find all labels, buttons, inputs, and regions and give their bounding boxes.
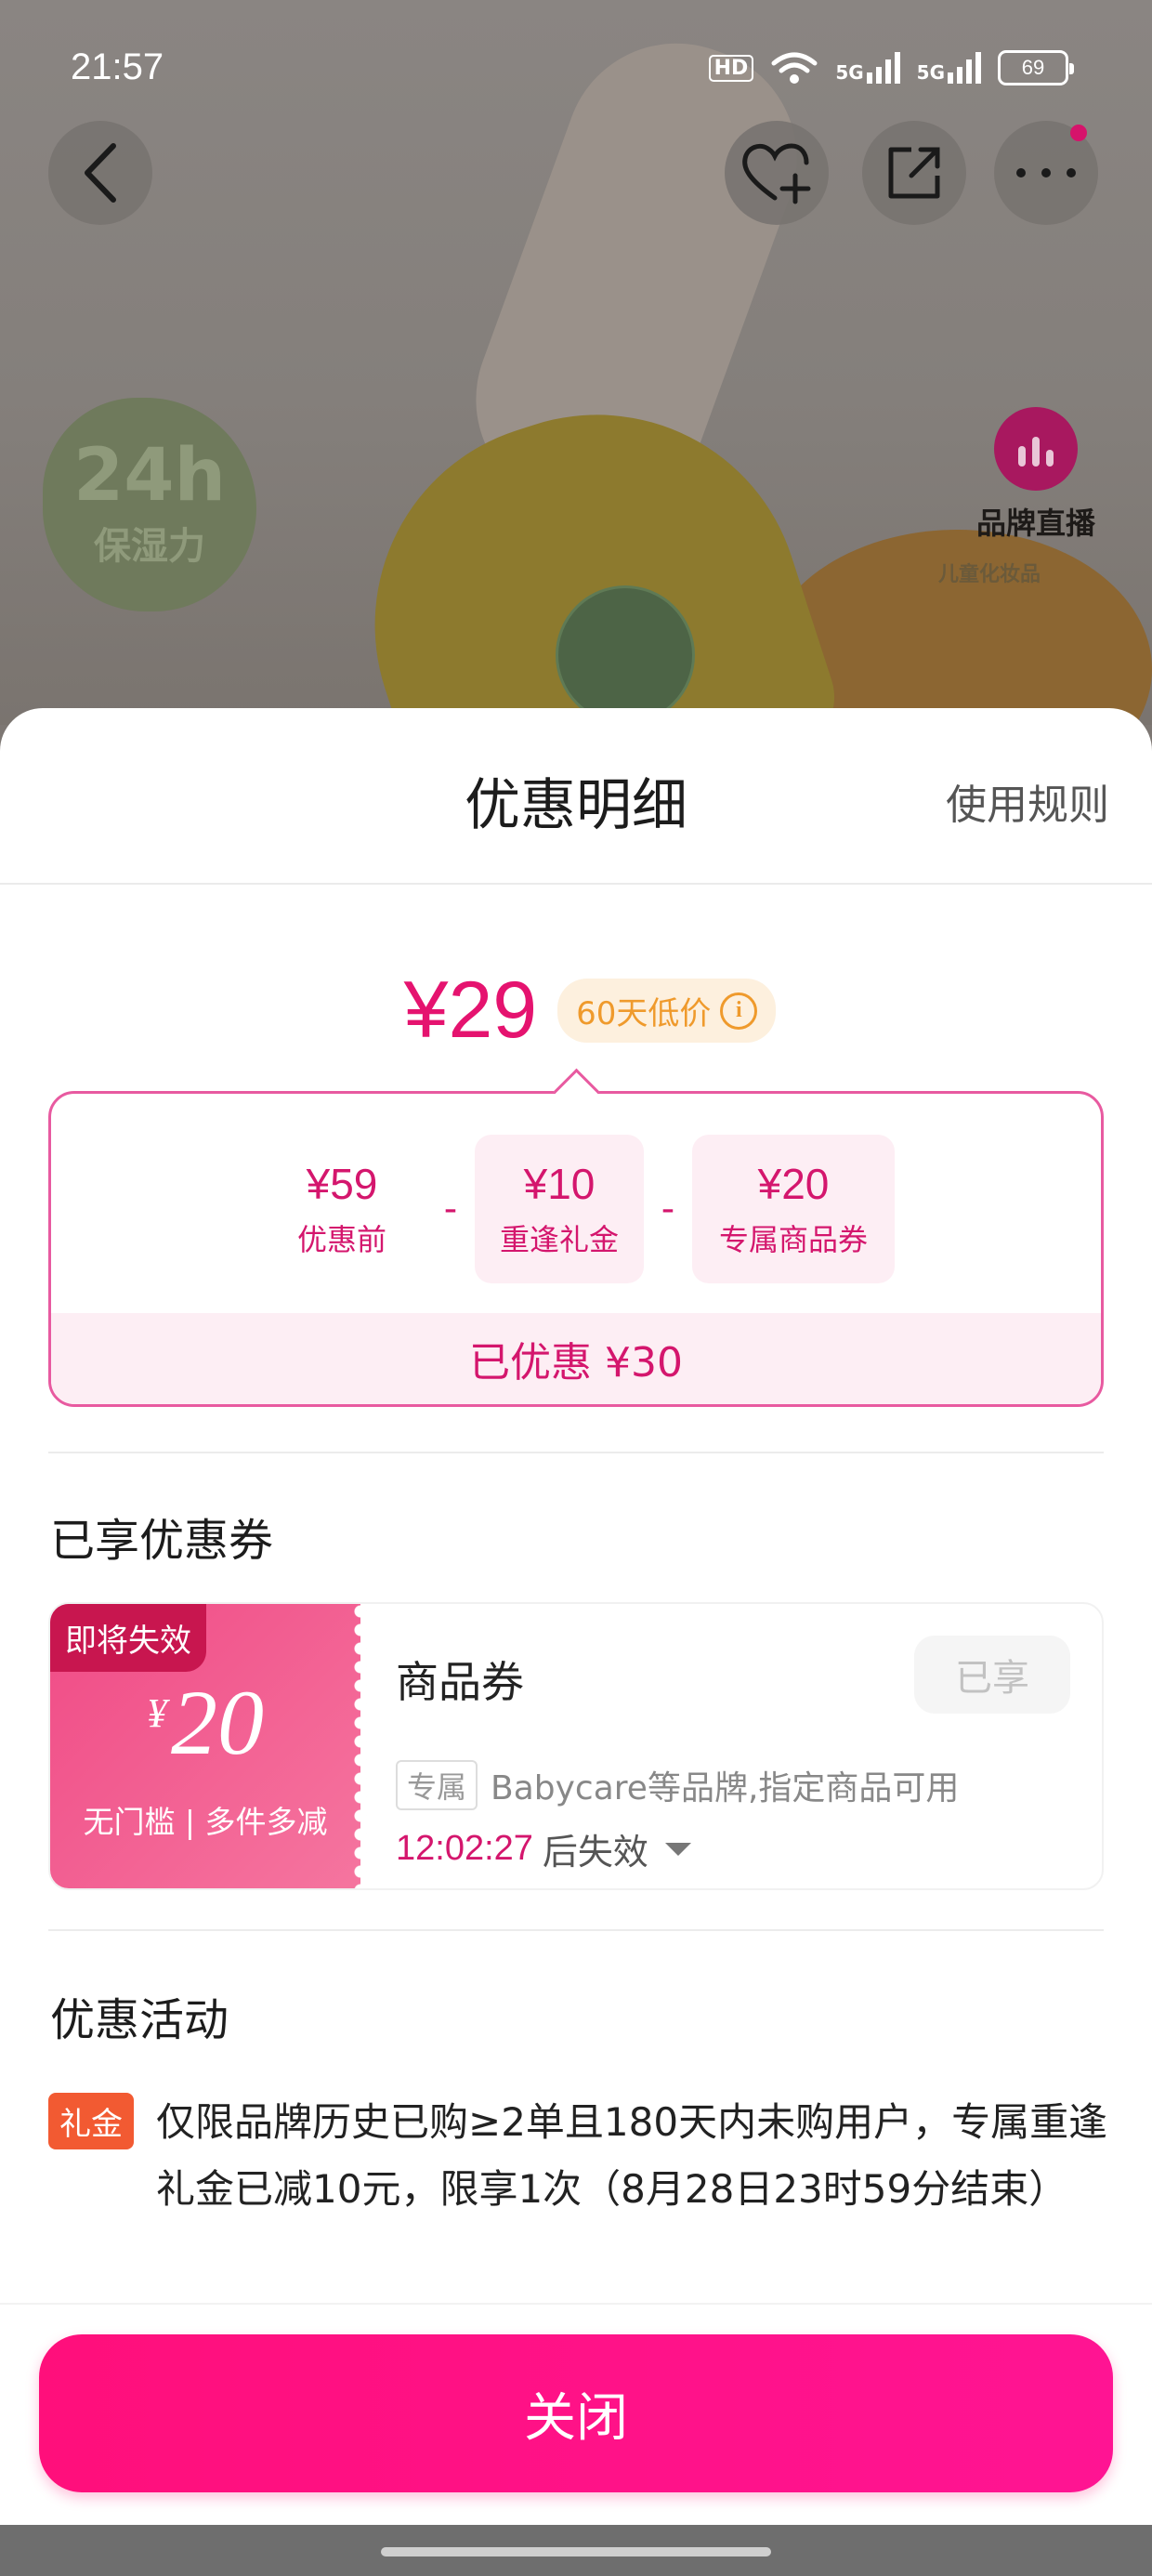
activities-section-title: 优惠活动 (50, 1994, 229, 2046)
gift-cash-tag: 礼金 (48, 2093, 134, 2149)
coupon-discount-item: ¥20 专属商品券 (692, 1135, 895, 1283)
brand-live-entry[interactable]: 品牌直播 (966, 407, 1106, 543)
coupon-discount-amount: ¥20 (757, 1160, 830, 1208)
coupon-scope: 专属 Babycare等品牌,指定商品可用 (396, 1760, 959, 1810)
original-price-amount: ¥59 (306, 1160, 378, 1208)
notification-dot (1070, 125, 1087, 141)
discount-detail-sheet: 优惠明细 使用规则 ¥29 60天低价 i ¥59 优惠前 - ¥10 重逢礼金… (0, 708, 1152, 2525)
price-breakdown-card: ¥59 优惠前 - ¥10 重逢礼金 - ¥20 专属商品券 已优惠 ¥30 (48, 1091, 1104, 1407)
coupon-scope-desc: Babycare等品牌,指定商品可用 (491, 1769, 960, 1807)
share-button[interactable] (862, 121, 966, 225)
product-seal-logo (556, 585, 695, 725)
low-price-tag[interactable]: 60天低价 i (557, 979, 777, 1043)
system-navigation-bar (0, 2525, 1152, 2576)
hd-voice-icon: HD (708, 54, 754, 82)
caret-down-icon (664, 1842, 691, 1856)
gift-cash-amount: ¥10 (523, 1160, 596, 1208)
final-price-row: ¥29 60天低价 i (0, 965, 1152, 1057)
battery-level: 69 (1021, 56, 1045, 79)
network-type-1: 5G (835, 61, 864, 84)
total-savings: 已优惠 ¥30 (51, 1313, 1101, 1404)
sheet-header: 优惠明细 使用规则 (0, 708, 1152, 885)
status-time: 21:57 (71, 46, 164, 87)
coupons-section-title: 已享优惠券 (50, 1515, 274, 1567)
home-indicator[interactable] (381, 2547, 771, 2556)
coupon-name: 商品券 (396, 1657, 524, 1707)
more-options-button[interactable] (994, 121, 1098, 225)
coupon-value: 20 (171, 1671, 264, 1774)
moisture-badge-hours: 24h (72, 434, 227, 518)
footer-divider (0, 2303, 1152, 2305)
usage-rules-link[interactable]: 使用规则 (946, 771, 1109, 831)
original-price-item: ¥59 优惠前 (257, 1135, 426, 1283)
gift-cash-label: 重逢礼金 (499, 1222, 619, 1257)
coupon-countdown: 12:02:27 (396, 1829, 533, 1868)
share-icon (888, 147, 940, 199)
breakdown-items: ¥59 优惠前 - ¥10 重逢礼金 - ¥20 专属商品券 (51, 1135, 1101, 1283)
status-icons: HD 5G 5G 69 (708, 50, 1074, 85)
close-button[interactable]: 关闭 (39, 2334, 1113, 2492)
heart-plus-icon (742, 143, 811, 204)
brand-caption: 儿童化妆品 (938, 563, 1041, 586)
signal-icon-2: 5G (917, 52, 981, 84)
live-bars-icon (994, 407, 1078, 491)
gift-cash-item: ¥10 重逢礼金 (475, 1135, 644, 1283)
section-divider (48, 1452, 1104, 1453)
back-button[interactable] (48, 121, 152, 225)
add-favorite-button[interactable] (725, 121, 829, 225)
low-price-label: 60天低价 (576, 995, 712, 1032)
brand-live-label: 品牌直播 (975, 506, 1095, 541)
coupon-discount-label: 专属商品券 (718, 1222, 868, 1257)
network-type-2: 5G (916, 61, 945, 84)
coupon-condition: 无门槛 | 多件多减 (83, 1804, 328, 1840)
moisture-badge: 24h 保湿力 (43, 398, 256, 611)
coupon-value-panel: 即将失效 ¥ 20 无门槛 | 多件多减 (50, 1604, 368, 1888)
coupon-currency: ¥ (147, 1690, 167, 1736)
signal-icon-1: 5G (835, 52, 900, 84)
original-price-label: 优惠前 (296, 1222, 386, 1257)
activity-description: 仅限品牌历史已购≥2单且180天内未购用户，专属重逢礼金已减10元，限享1次（8… (156, 2099, 1108, 2212)
coupon-countdown-suffix: 后失效 (542, 1832, 648, 1873)
coupon-info-panel: 商品券 已享 专属 Babycare等品牌,指定商品可用 12:02:27 后失… (396, 1604, 1102, 1888)
coupon-card: 即将失效 ¥ 20 无门槛 | 多件多减 商品券 已享 专属 Babycare等… (48, 1602, 1104, 1890)
status-bar: 21:57 HD 5G 5G 69 (0, 0, 1152, 139)
more-dots-icon (1016, 168, 1076, 177)
coupon-expiry-toggle[interactable]: 12:02:27 后失效 (396, 1823, 691, 1874)
minus-sign: - (661, 1188, 675, 1230)
moisture-badge-label: 保湿力 (94, 525, 205, 568)
section-divider (48, 1929, 1104, 1931)
expiring-soon-tag: 即将失效 (50, 1604, 206, 1672)
info-icon: i (720, 992, 758, 1030)
coupon-amount: ¥ 20 (50, 1676, 360, 1769)
battery-icon: 69 (998, 50, 1074, 85)
coupon-applied-button[interactable]: 已享 (914, 1636, 1070, 1714)
minus-sign: - (443, 1188, 458, 1230)
chevron-left-icon (85, 143, 116, 203)
coupon-scope-tag: 专属 (396, 1760, 478, 1810)
wifi-icon (771, 52, 818, 84)
final-price: ¥29 (403, 966, 538, 1055)
